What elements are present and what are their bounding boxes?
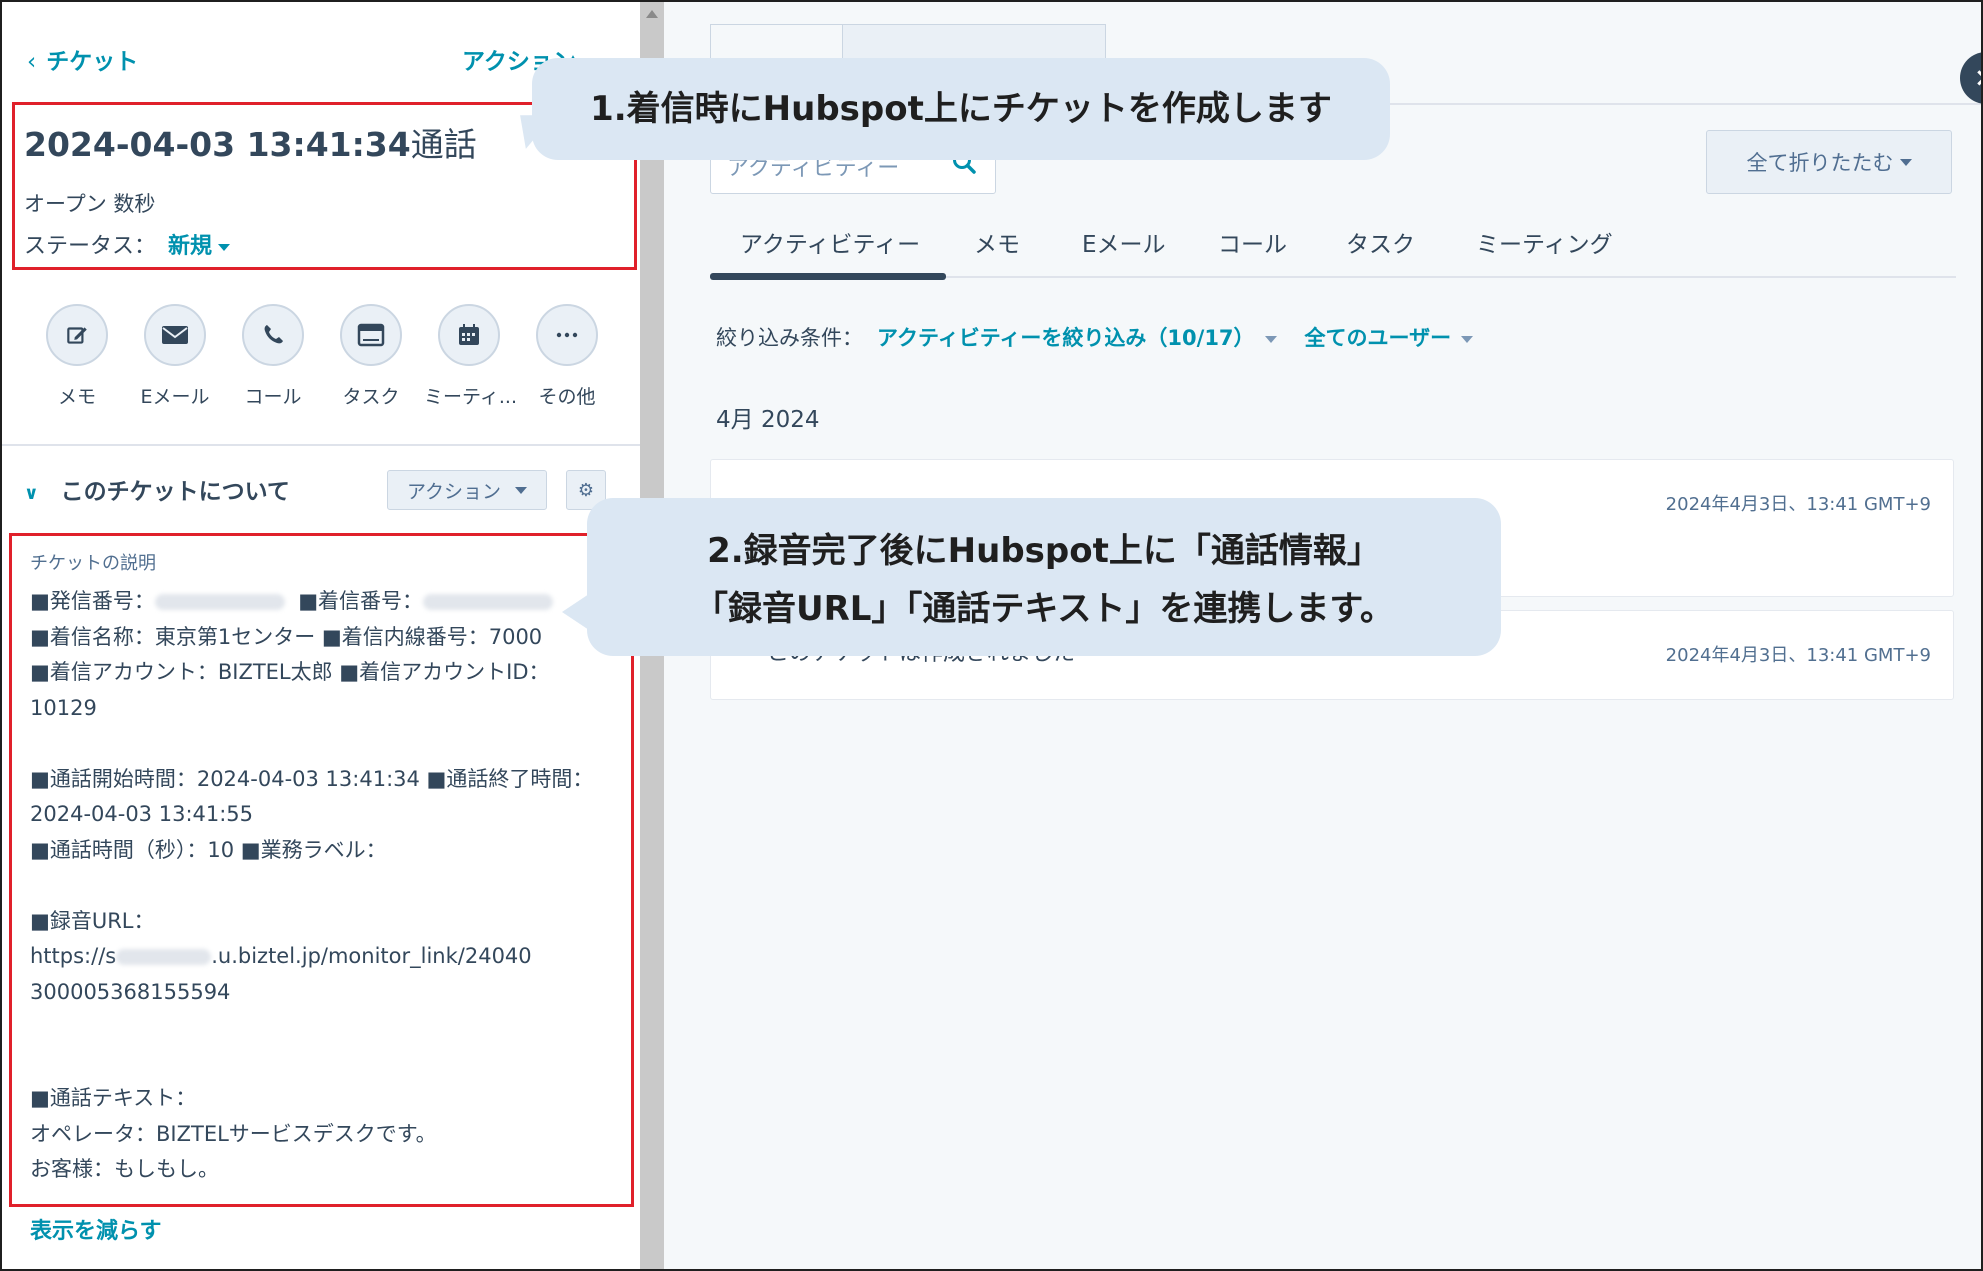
back-link-label: チケット	[46, 49, 139, 75]
description-line: 2024-04-03 13:41:55	[30, 802, 254, 826]
quick-action-more[interactable]: その他	[522, 304, 612, 409]
tab-task[interactable]: タスク	[1346, 225, 1415, 259]
quick-action-memo[interactable]: メモ	[32, 304, 122, 409]
ticket-title: 2024-04-03 13:41:34通話	[24, 118, 477, 166]
description-line: お客様：もしもし。	[30, 1157, 219, 1181]
section-divider	[2, 444, 640, 446]
chevron-down-icon: ∨	[24, 483, 39, 504]
description-line: 300005368155594	[30, 979, 231, 1004]
status-dropdown[interactable]: 新規	[168, 234, 231, 259]
quick-action-task[interactable]: タスク	[326, 304, 416, 409]
quick-action-label: ミーティ...	[424, 386, 517, 408]
quick-action-label: メモ	[57, 386, 96, 408]
screenshot-frame: ‹ チケット アクション 2024-04-03 13:41:34通話 オープン 数…	[0, 0, 1983, 1271]
description-line: ■着信名称：東京第1センター ■着信内線番号：7000	[30, 624, 543, 649]
annotation-callout-1: 1.着信時にHubspot上にチケットを作成します	[532, 58, 1390, 160]
back-to-tickets-link[interactable]: ‹ チケット	[27, 42, 138, 76]
activity-tabs: アクティビティー メモ Eメール コール タスク ミーティング	[710, 217, 1956, 281]
quick-action-label: コール	[244, 386, 302, 408]
annotation-callout-2: 2.録音完了後にHubspot上に「通話情報」 「録音URL」「通話テキスト」を…	[587, 498, 1501, 656]
task-icon	[340, 304, 402, 366]
tab-email[interactable]: Eメール	[1082, 225, 1166, 259]
calendar-icon	[438, 304, 500, 366]
quick-action-meeting[interactable]: ミーティ...	[424, 304, 517, 409]
quick-action-label: タスク	[342, 386, 400, 408]
phone-icon	[242, 304, 304, 366]
caret-down-icon	[1461, 335, 1474, 343]
caret-down-icon	[1264, 335, 1277, 343]
description-line: ■発信番号： ■着信番号：	[30, 584, 620, 620]
about-actions-button[interactable]: アクション	[387, 470, 547, 510]
description-line: ■着信アカウント：BIZTEL太郎 ■着信アカウントID：	[30, 660, 550, 684]
ticket-sidebar: ‹ チケット アクション 2024-04-03 13:41:34通話 オープン 数…	[2, 2, 640, 1269]
tab-memo[interactable]: メモ	[974, 225, 1020, 259]
callout-2-line-1: 2.録音完了後にHubspot上に「通話情報」	[707, 531, 1381, 571]
callee-number-label: ■着信番号：	[298, 589, 424, 613]
tab-activity[interactable]: アクティビティー	[740, 225, 920, 259]
chevron-left-icon: ‹	[27, 49, 37, 75]
description-blank-line	[30, 1010, 620, 1046]
filter-row: 絞り込み条件： アクティビティーを絞り込み（10/17） 全てのユーザー	[716, 322, 1474, 352]
redacted-subdomain	[116, 949, 212, 965]
ticket-title-datetime: 2024-04-03 13:41:34	[24, 125, 411, 164]
more-icon	[536, 304, 598, 366]
redacted-caller-number	[154, 594, 285, 610]
about-actions-label: アクション	[406, 480, 502, 503]
active-tab-indicator	[710, 273, 946, 280]
ticket-status: ステータス： 新規	[24, 228, 231, 260]
ticket-description: ■発信番号： ■着信番号： ■着信名称：東京第1センター ■着信内線番号：700…	[30, 584, 620, 1188]
redacted-callee-number	[423, 594, 554, 610]
ticket-open-duration: オープン 数秒	[24, 192, 156, 216]
filter-label: 絞り込み条件：	[716, 326, 863, 350]
filter-activity-dropdown[interactable]: アクティビティーを絞り込み（10/17）	[877, 326, 1277, 350]
tab-meeting[interactable]: ミーティング	[1476, 225, 1613, 259]
description-blank-line	[30, 726, 620, 762]
activity-timestamp: 2024年4月3日、13:41 GMT+9	[1665, 494, 1931, 515]
quick-action-email[interactable]: Eメール	[130, 304, 220, 409]
status-label: ステータス：	[24, 234, 157, 259]
description-blank-line	[30, 868, 620, 904]
filter-users-label: 全てのユーザー	[1304, 326, 1452, 350]
caret-down-icon	[218, 243, 231, 251]
caller-number-label: ■発信番号：	[30, 589, 155, 613]
description-blank-line	[30, 1046, 620, 1082]
filter-activity-label: アクティビティーを絞り込み（10/17）	[877, 326, 1255, 350]
gear-icon: ⚙	[577, 479, 595, 501]
activity-timestamp: 2024年4月3日、13:41 GMT+9	[1665, 645, 1931, 666]
callout-2-line-2: 「録音URL」「通話テキスト」を連携します。	[693, 589, 1395, 629]
status-value: 新規	[168, 234, 213, 259]
caret-down-icon	[1899, 158, 1912, 166]
description-line: ■録音URL：	[30, 908, 155, 933]
recording-url-link[interactable]: https://s .u.biztel.jp/monitor_link/24040	[30, 939, 620, 975]
description-label: チケットの説明	[30, 553, 156, 574]
month-heading: 4月 2024	[716, 407, 820, 433]
callout-1-text: 1.着信時にHubspot上にチケットを作成します	[590, 89, 1332, 129]
quick-action-label: Eメール	[140, 386, 210, 408]
filter-users-dropdown[interactable]: 全てのユーザー	[1305, 326, 1474, 350]
show-less-link[interactable]: 表示を減らす	[30, 1213, 162, 1245]
ticket-title-suffix: 通話	[410, 125, 477, 164]
close-icon: ×	[1974, 63, 1981, 93]
description-line: 10129	[30, 695, 97, 720]
url-suffix: .u.biztel.jp/monitor_link/24040	[211, 944, 532, 968]
url-prefix: https://s	[30, 944, 117, 968]
about-section-title: このチケットについて	[60, 479, 290, 505]
scroll-up-arrow-icon[interactable]	[646, 10, 658, 18]
edit-icon	[46, 304, 108, 366]
description-line: ■通話時間（秒）：10 ■業務ラベル：	[30, 837, 387, 862]
quick-action-label: その他	[538, 386, 596, 408]
description-line: ■通話テキスト：	[30, 1086, 197, 1110]
caret-down-icon	[515, 486, 528, 494]
email-icon	[144, 304, 206, 366]
collapse-all-label: 全て折りたたむ	[1746, 151, 1894, 175]
quick-actions: メモ Eメール コール タスク ミーティ... その他	[32, 304, 612, 414]
about-section-toggle[interactable]: ∨ このチケットについて	[24, 472, 290, 506]
collapse-all-button[interactable]: 全て折りたたむ	[1706, 130, 1952, 194]
tab-call[interactable]: コール	[1218, 225, 1287, 259]
quick-action-call[interactable]: コール	[228, 304, 318, 409]
description-line: ■通話開始時間：2024-04-03 13:41:34 ■通話終了時間：	[30, 766, 594, 791]
description-line: オペレータ：BIZTELサービスデスクです。	[30, 1121, 437, 1146]
